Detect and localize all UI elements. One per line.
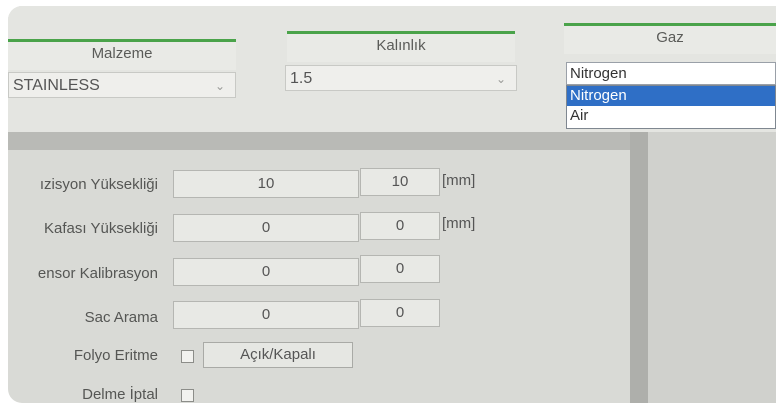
row-label-sac-arama: Sac Arama (84, 309, 158, 326)
row-label-sensor-kalibrasyon: ensor Kalibrasyon (37, 265, 158, 282)
kalinlik-select[interactable]: 1.5 ⌄ (285, 65, 517, 91)
gaz-select[interactable]: Nitrogen (566, 62, 776, 85)
malzeme-value: STAINLESS (13, 77, 100, 94)
right-panel (648, 132, 776, 403)
folyo-eritme-checkbox[interactable] (181, 350, 194, 363)
vertical-separator (630, 132, 648, 403)
kafasi-yuksekligi-field[interactable]: 0 (173, 214, 359, 242)
row-label-delme-iptal: Delme İptal (82, 386, 158, 403)
kafasi-yuksekligi-field-2[interactable]: 0 (360, 212, 440, 240)
sensor-kalibrasyon-field[interactable]: 0 (173, 258, 359, 286)
sac-arama-field-2[interactable]: 0 (360, 299, 440, 327)
unit-label: [mm] (442, 215, 476, 232)
sensor-kalibrasyon-field-2[interactable]: 0 (360, 255, 440, 283)
row-label-pozisyon-yuksekligi: ızisyon Yüksekliği (39, 176, 158, 193)
gaz-option-nitrogen[interactable]: Nitrogen (567, 86, 775, 106)
kalinlik-value: 1.5 (290, 70, 313, 87)
malzeme-select[interactable]: STAINLESS ⌄ (8, 72, 236, 98)
gaz-dropdown-list: Nitrogen Air (566, 85, 776, 129)
chevron-down-icon: ⌄ (214, 79, 225, 93)
sac-arama-field[interactable]: 0 (173, 301, 359, 329)
delme-iptal-checkbox[interactable] (181, 389, 194, 402)
unit-label: [mm] (442, 172, 476, 189)
gaz-selected-value: Nitrogen (570, 65, 627, 82)
row-label-folyo-eritme: Folyo Eritme (73, 347, 158, 364)
pozisyon-yuksekligi-field-2[interactable]: 10 (360, 168, 440, 196)
gaz-option-air[interactable]: Air (567, 106, 775, 126)
header-malzeme: Malzeme (8, 39, 236, 70)
header-kalinlik: Kalınlık (287, 31, 515, 62)
chevron-down-icon: ⌄ (495, 72, 506, 86)
screen: Malzeme Kalınlık Gaz STAINLESS ⌄ 1.5 ⌄ N… (8, 6, 776, 403)
pozisyon-yuksekligi-field[interactable]: 10 (173, 170, 359, 198)
row-label-kafasi-yuksekligi: Kafası Yüksekliği (44, 220, 158, 237)
acik-kapali-button[interactable]: Açık/Kapalı (203, 342, 353, 368)
header-gaz: Gaz (564, 23, 776, 54)
